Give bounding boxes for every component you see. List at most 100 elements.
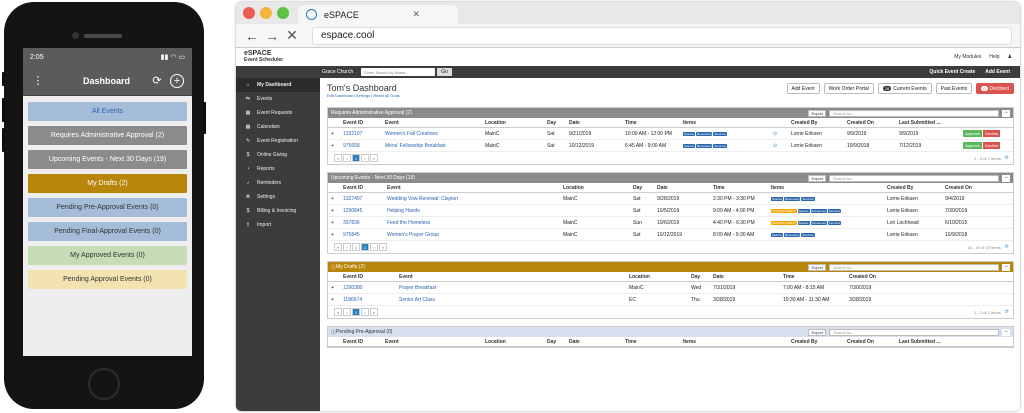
past-events-button[interactable]: Past Events [935, 83, 973, 94]
pager-nav-icon[interactable]: » [379, 243, 387, 251]
pager-nav-icon[interactable]: › [361, 154, 369, 162]
event-id-link[interactable]: 975845 [340, 232, 384, 238]
column-header[interactable]: Last Submitted ... [896, 339, 960, 345]
pager-page[interactable]: 1 [352, 243, 360, 251]
pager-nav-icon[interactable]: ‹ [343, 243, 351, 251]
event-id-link[interactable]: 975658 [340, 143, 382, 149]
export-button[interactable]: Export [808, 263, 826, 271]
column-header[interactable]: Items [680, 120, 770, 126]
pager-nav-icon[interactable]: « [334, 243, 342, 251]
expand-toggle[interactable]: + [328, 285, 340, 291]
mobile-item[interactable]: Requires Administrative Approval (2) [28, 126, 187, 145]
approve-button[interactable]: Approve [963, 142, 982, 149]
column-header[interactable]: Location [482, 120, 544, 126]
column-header[interactable]: Event ID [340, 120, 382, 126]
add-circle-icon[interactable]: + [170, 73, 184, 88]
event-id-link[interactable]: 1186674 [340, 297, 396, 303]
quick-event-create-button[interactable]: Quick Event Create [929, 69, 975, 75]
column-header[interactable]: Items [680, 339, 770, 345]
sidebar-item[interactable]: $ Billing & Invoicing [236, 204, 320, 218]
expand-toggle[interactable]: + [328, 131, 340, 137]
stop-icon[interactable]: ✕ [282, 27, 302, 44]
event-name-link[interactable]: Mens' Fellowship Breakfast [382, 143, 482, 149]
column-header[interactable]: Created On [844, 120, 896, 126]
event-id-link[interactable]: 337836 [340, 220, 384, 226]
pager-current-page[interactable]: 2 [361, 243, 369, 251]
mobile-item[interactable]: My Approved Events (0) [28, 246, 187, 265]
sidebar-item[interactable]: ▦ Event Requests [236, 106, 320, 120]
column-header[interactable]: Event [382, 120, 482, 126]
expand-toggle[interactable]: + [328, 297, 340, 303]
browser-tab[interactable]: eSPACE ✕ [298, 5, 458, 24]
sidebar-item[interactable]: ✻ Settings [236, 190, 320, 204]
declined-button[interactable]: 0 Declined [976, 83, 1014, 94]
pager-nav-icon[interactable]: ‹ [343, 154, 351, 162]
mobile-item[interactable]: All Events [28, 102, 187, 121]
sidebar-item[interactable]: $ Online Giving [236, 148, 320, 162]
panel-search-input[interactable]: Search for... [829, 263, 999, 271]
info-icon[interactable]: ⊙ [770, 131, 788, 137]
column-header[interactable]: Date [566, 120, 622, 126]
column-header[interactable]: Event ID [340, 339, 382, 345]
more-menu-icon[interactable]: ⋮ [31, 74, 45, 87]
column-header[interactable]: Created On [846, 274, 896, 280]
expand-toggle[interactable]: + [328, 143, 340, 149]
column-header[interactable]: Created By [884, 185, 942, 191]
column-header[interactable]: Last Submitted ... [896, 120, 960, 126]
panel-search-input[interactable]: Search for... [829, 174, 999, 182]
approve-button[interactable]: Approve [963, 130, 982, 137]
address-bar[interactable]: espace.cool [312, 26, 1012, 45]
pager-current-page[interactable]: 1 [352, 154, 360, 162]
sidebar-item[interactable]: ✎ Event Registration [236, 134, 320, 148]
sidebar-item[interactable]: ▦ Calendars [236, 120, 320, 134]
collapse-icon[interactable]: − [1002, 263, 1010, 271]
zoom-window-icon[interactable] [277, 7, 289, 19]
refresh-icon[interactable]: ⟳ [1005, 244, 1013, 250]
column-header[interactable]: Day [630, 185, 654, 191]
pager-nav-icon[interactable]: › [361, 308, 369, 316]
pager-current-page[interactable]: 1 [352, 308, 360, 316]
refresh-icon[interactable]: ⟳ [1005, 309, 1013, 315]
collapse-icon[interactable]: − [1002, 174, 1010, 182]
column-header[interactable]: Location [560, 185, 630, 191]
pager-nav-icon[interactable]: ‹ [343, 308, 351, 316]
pager-nav-icon[interactable]: » [370, 308, 378, 316]
info-icon[interactable]: ⊙ [770, 143, 788, 149]
add-event-button[interactable]: Add Event [786, 83, 820, 94]
column-header[interactable]: Date [654, 185, 710, 191]
column-header[interactable]: Created On [844, 339, 896, 345]
column-header[interactable]: Day [688, 274, 710, 280]
export-button[interactable]: Export [808, 328, 826, 336]
mobile-item[interactable]: Pending Pre-Approval Events (0) [28, 198, 187, 217]
sidebar-item[interactable]: ♪ Reminders [236, 176, 320, 190]
decline-button[interactable]: Decline [982, 142, 1000, 149]
expand-toggle[interactable]: + [328, 220, 340, 226]
dashboard-settings-links[interactable]: Edit Dashboard Settings | Reset All Grid… [327, 93, 400, 98]
panel-search-input[interactable]: Search for... [829, 328, 999, 336]
event-search-input[interactable]: Event Search by Name... [361, 68, 436, 76]
add-event-top-button[interactable]: Add Event [985, 69, 1010, 75]
column-header[interactable]: Date [710, 274, 780, 280]
event-name-link[interactable]: Helping Hands [384, 208, 560, 214]
refresh-icon[interactable]: ⟳ [1005, 155, 1013, 161]
column-header[interactable]: Location [482, 339, 544, 345]
event-id-link[interactable]: 1290845 [340, 208, 384, 214]
column-header[interactable]: Time [780, 274, 846, 280]
panel-search-input[interactable]: Search for... [829, 109, 999, 117]
column-header[interactable]: Event [396, 274, 626, 280]
column-header[interactable]: Date [566, 339, 622, 345]
my-modules-link[interactable]: My Modules [954, 54, 981, 60]
current-events-button[interactable]: 28 Current Events [877, 83, 932, 94]
column-header[interactable]: Event [384, 185, 560, 191]
expand-toggle[interactable]: + [328, 196, 340, 202]
mobile-item[interactable]: My Drafts (2) [28, 174, 187, 193]
event-id-link[interactable]: 1332107 [340, 131, 382, 137]
collapse-icon[interactable]: − [1002, 109, 1010, 117]
sidebar-item[interactable]: ◔ Reports [236, 162, 320, 176]
collapse-icon[interactable]: − [1002, 328, 1010, 336]
event-name-link[interactable]: Prayer Breakfast [396, 285, 626, 291]
column-header[interactable]: Items [768, 185, 884, 191]
event-id-link[interactable]: 1327497 [340, 196, 384, 202]
event-name-link[interactable]: Women's Fall Creations [382, 131, 482, 137]
column-header[interactable]: Created By [788, 120, 844, 126]
